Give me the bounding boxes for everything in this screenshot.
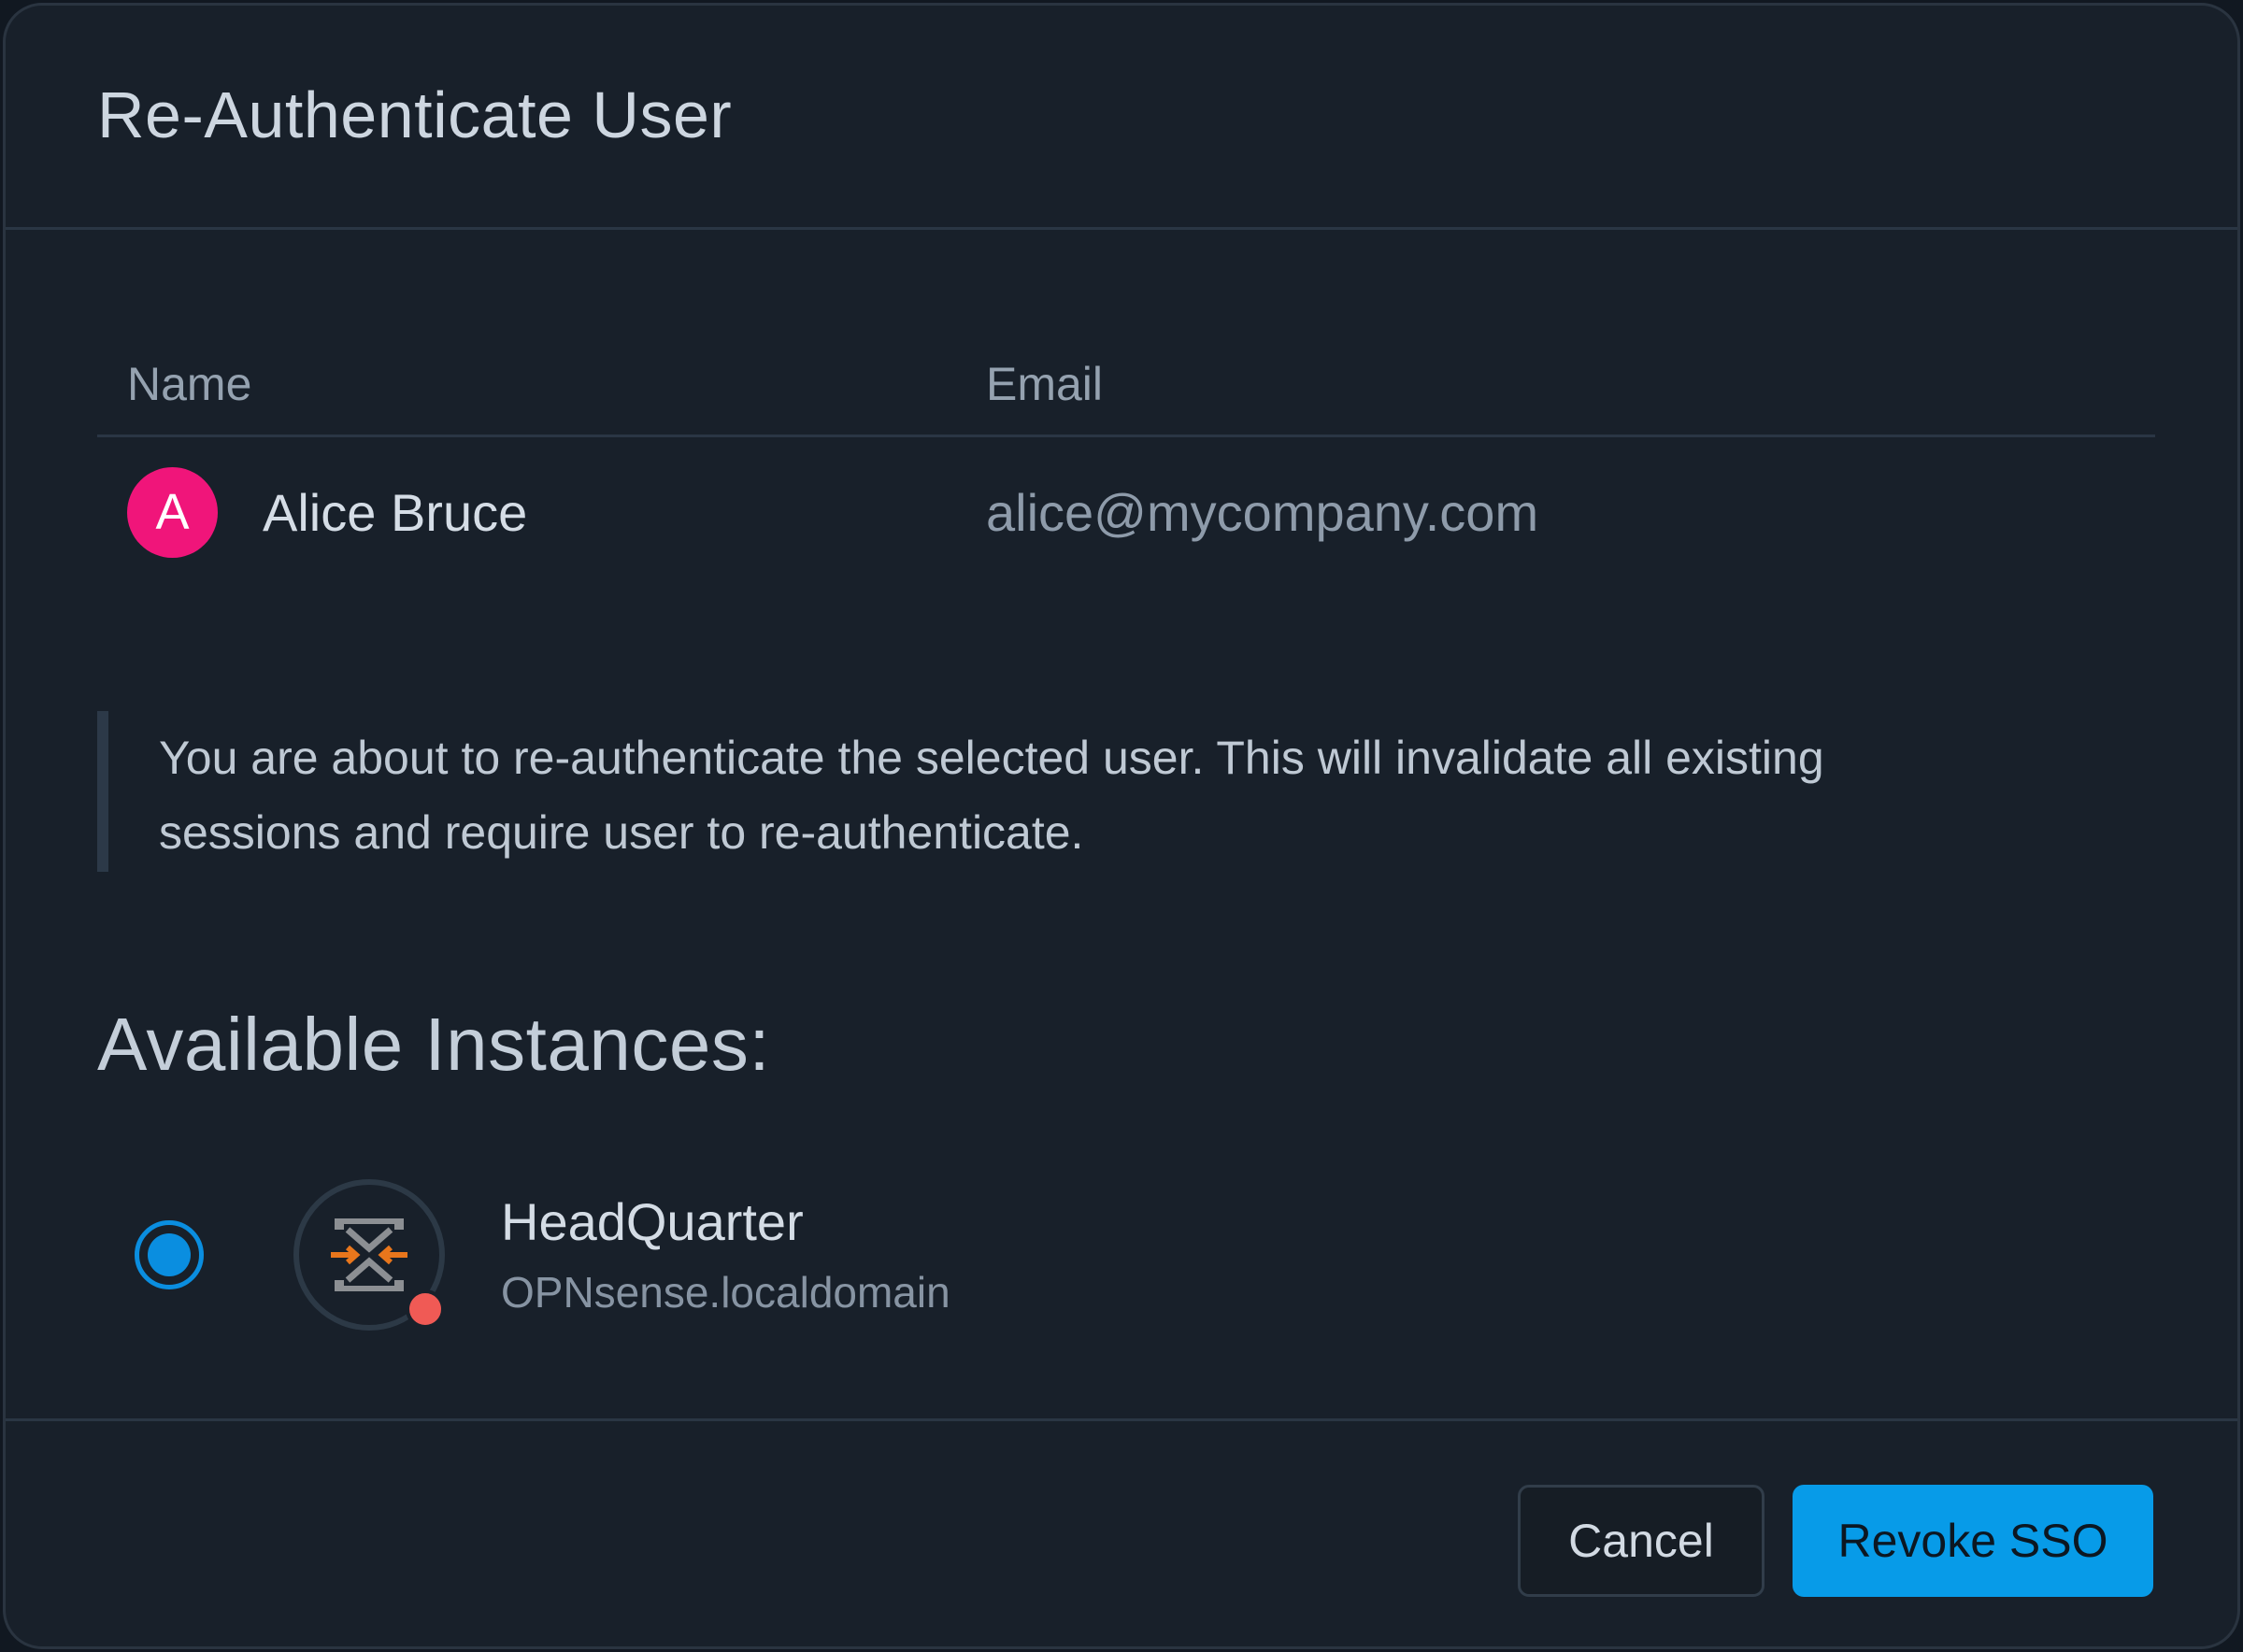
column-header-name: Name (127, 357, 252, 410)
user-name: Alice Bruce (263, 482, 528, 542)
status-offline-dot (406, 1289, 445, 1329)
dialog-title: Re-Authenticate User (97, 78, 733, 151)
notice-line-1: You are about to re-authenticate the sel… (159, 732, 1824, 784)
user-name-cell: A Alice Bruce (97, 466, 986, 558)
opnsense-logo-icon (331, 1218, 407, 1291)
instance-text: HeadQuarter OPNsense.localdomain (501, 1185, 950, 1325)
dialog-body: Name Email A Alice Bruce alice@mycompany… (6, 230, 2237, 1417)
warning-notice: You are about to re-authenticate the sel… (97, 711, 2157, 872)
table-header: Name Email (97, 333, 2155, 437)
instance-host: OPNsense.localdomain (501, 1268, 950, 1317)
table-row: A Alice Bruce alice@mycompany.com (97, 437, 2155, 587)
radio-selected-dot (148, 1233, 191, 1276)
re-authenticate-dialog: Re-Authenticate User Name Email A Alice … (3, 3, 2240, 1649)
instance-item[interactable]: HeadQuarter OPNsense.localdomain (135, 1171, 950, 1339)
cancel-button[interactable]: Cancel (1518, 1485, 1764, 1597)
user-table: Name Email A Alice Bruce alice@mycompany… (97, 333, 2155, 587)
user-email: alice@mycompany.com (986, 482, 1539, 542)
notice-line-2: sessions and require user to re-authenti… (159, 806, 1084, 859)
column-header-email: Email (986, 357, 1104, 410)
instance-radio[interactable] (135, 1220, 204, 1289)
available-instances-heading: Available Instances: (97, 1003, 771, 1086)
revoke-sso-button[interactable]: Revoke SSO (1793, 1485, 2153, 1597)
dialog-header: Re-Authenticate User (6, 6, 2237, 230)
avatar: A (127, 466, 218, 558)
instance-logo (293, 1179, 445, 1331)
instance-name: HeadQuarter (501, 1192, 804, 1251)
dialog-footer: Cancel Revoke SSO (6, 1418, 2237, 1646)
